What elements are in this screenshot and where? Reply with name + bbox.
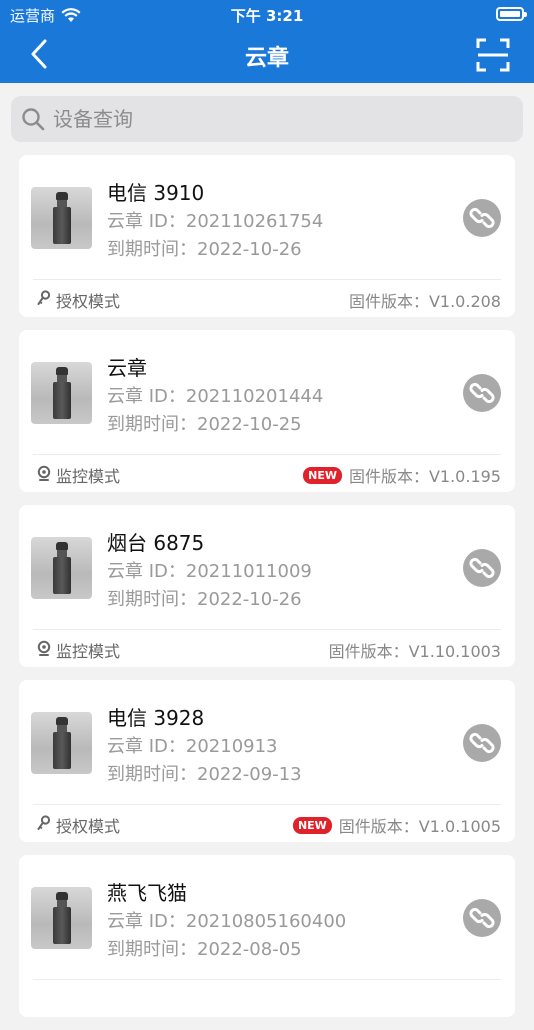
mode-indicator: 授权模式 (37, 813, 120, 837)
search-bar[interactable] (11, 96, 523, 142)
device-expire-date: 到期时间：2022-10-26 (107, 589, 302, 610)
device-card[interactable]: 云章 云章 ID：202110201444 到期时间：2022-10-25 监控… (19, 330, 515, 492)
device-list: 电信 3910 云章 ID：202110261754 到期时间：2022-10-… (19, 155, 515, 1030)
page-title: 云章 (244, 46, 289, 71)
firmware-info: 固件版本：V1.0.208 (349, 288, 501, 312)
search-input[interactable] (45, 96, 523, 142)
status-bar: 运营商 下午 3:21 (0, 0, 534, 28)
mode-indicator: 监控模式 (37, 638, 120, 662)
bind-link-button[interactable] (463, 899, 501, 937)
mode-label: 监控模式 (56, 642, 121, 661)
link-icon (469, 382, 495, 404)
link-icon (469, 557, 495, 579)
scan-icon (476, 38, 510, 72)
new-badge: NEW (302, 465, 343, 485)
device-name: 烟台 6875 (107, 531, 205, 555)
link-icon (469, 207, 495, 229)
battery-icon (496, 7, 527, 21)
card-divider (33, 979, 501, 980)
firmware-info: NEW 固件版本：V1.0.1005 (291, 813, 501, 837)
card-divider (33, 629, 501, 630)
top-bar: 运营商 下午 3:21 云章 (0, 0, 534, 83)
scan-button[interactable] (476, 38, 510, 72)
device-id: 云章 ID：20211011009 (107, 561, 312, 582)
device-image (31, 712, 92, 774)
card-divider (33, 454, 501, 455)
firmware-version: 固件版本：V1.0.208 (348, 292, 501, 311)
device-id: 云章 ID：20210913 (107, 736, 278, 757)
firmware-info: NEW 固件版本：V1.0.195 (302, 463, 501, 487)
mode-indicator: 授权模式 (37, 288, 120, 312)
device-image (31, 362, 92, 424)
firmware-version: 固件版本：V1.10.1003 (328, 642, 501, 661)
bind-link-button[interactable] (463, 724, 501, 762)
card-divider (33, 279, 501, 280)
firmware-version: 固件版本：V1.0.195 (348, 467, 501, 486)
device-expire-date: 到期时间：2022-08-05 (107, 939, 302, 960)
device-expire-date: 到期时间：2022-10-25 (107, 414, 302, 435)
key-icon (37, 815, 51, 835)
mode-label: 授权模式 (56, 292, 121, 311)
new-badge: NEW (291, 815, 333, 835)
mode-indicator: 监控模式 (37, 463, 120, 487)
device-name: 电信 3928 (107, 706, 205, 730)
search-icon (22, 108, 45, 131)
device-image (31, 537, 92, 599)
status-time: 下午 3:21 (230, 7, 304, 25)
link-icon (469, 732, 495, 754)
device-image (31, 187, 92, 249)
device-id: 云章 ID：20210805160400 (107, 911, 347, 932)
device-card[interactable]: 电信 3928 云章 ID：20210913 到期时间：2022-09-13 授… (19, 680, 515, 842)
device-id: 云章 ID：202110261754 (107, 211, 324, 232)
card-divider (33, 804, 501, 805)
device-id: 云章 ID：202110201444 (107, 386, 324, 407)
key-icon (37, 290, 51, 310)
device-image (31, 887, 92, 949)
device-expire-date: 到期时间：2022-10-26 (107, 239, 302, 260)
device-card[interactable]: 燕飞飞猫 云章 ID：20210805160400 到期时间：2022-08-0… (19, 855, 515, 1017)
device-name: 电信 3910 (107, 181, 205, 205)
bind-link-button[interactable] (463, 374, 501, 412)
camera-icon (37, 640, 51, 660)
camera-icon (37, 465, 51, 485)
device-name: 云章 (107, 356, 147, 380)
device-card[interactable]: 烟台 6875 云章 ID：20211011009 到期时间：2022-10-2… (19, 505, 515, 667)
mode-label: 监控模式 (56, 467, 121, 486)
bind-link-button[interactable] (463, 199, 501, 237)
device-card[interactable]: 电信 3910 云章 ID：202110261754 到期时间：2022-10-… (19, 155, 515, 317)
device-expire-date: 到期时间：2022-09-13 (107, 764, 302, 785)
device-name: 燕飞飞猫 (107, 881, 187, 905)
firmware-version: 固件版本：V1.0.1005 (338, 817, 501, 836)
mode-label: 授权模式 (56, 817, 121, 836)
link-icon (469, 907, 495, 929)
bind-link-button[interactable] (463, 549, 501, 587)
firmware-info: 固件版本：V1.10.1003 (329, 638, 501, 662)
